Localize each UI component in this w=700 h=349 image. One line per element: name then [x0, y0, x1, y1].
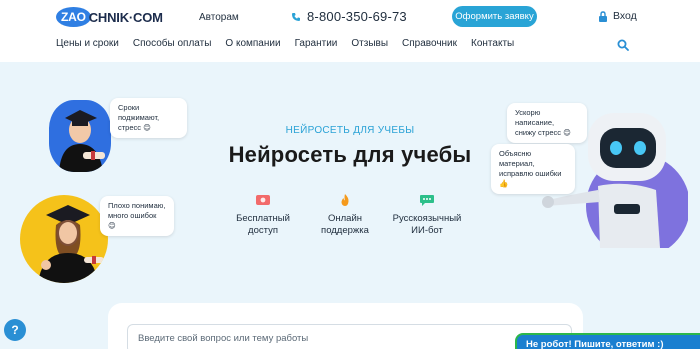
hero-kicker: НЕЙРОСЕТЬ ДЛЯ УЧЕБЫ	[285, 125, 415, 136]
bubble-mistakes: Плохо понимаю, много ошибок 😊	[100, 196, 174, 236]
nav-item-guarantees[interactable]: Гарантии	[295, 38, 338, 49]
authors-link[interactable]: Авторам	[199, 12, 239, 23]
bubble-deadline-line1: Сроки поджимают,	[118, 103, 160, 122]
logo-badge: ZAO	[56, 7, 91, 27]
lock-icon	[599, 10, 607, 22]
feature-russian-bot-line1: Русскоязычный	[392, 213, 462, 224]
login-label: Вход	[613, 10, 637, 22]
bubble-mistakes-line2: много ошибок 😊	[108, 211, 157, 230]
order-button[interactable]: Оформить заявку	[452, 6, 537, 27]
phone-icon	[292, 12, 300, 21]
feature-russian-bot-line2: ИИ-бот	[411, 225, 443, 236]
nav-item-about[interactable]: О компании	[225, 38, 280, 49]
phone-number: 8-800-350-69-73	[307, 9, 407, 24]
main-nav: Цены и сроки Способы оплаты О компании Г…	[56, 38, 514, 49]
phone-link[interactable]: 8-800-350-69-73	[291, 9, 407, 24]
question-input[interactable]: Введите свой вопрос или тему работы	[127, 324, 572, 349]
nav-item-payment[interactable]: Способы оплаты	[133, 38, 212, 49]
chat-icon	[420, 195, 434, 206]
feature-russian-bot: Русскоязычный ИИ-бот	[377, 193, 477, 237]
nav-item-prices[interactable]: Цены и сроки	[56, 38, 119, 49]
logo-text: CHNIK·COM	[88, 9, 163, 25]
top-header: ZAO CHNIK·COM Авторам 8-800-350-69-73 Оф…	[0, 0, 700, 60]
fire-icon	[341, 194, 349, 206]
bubble-explain-line2: исправлю ошибки 👍	[499, 169, 562, 188]
nav-item-reviews[interactable]: Отзывы	[351, 38, 388, 49]
login-link[interactable]: Вход	[598, 10, 637, 22]
hero-title: Нейросеть для учебы	[228, 142, 472, 167]
site-logo[interactable]: ZAO CHNIK·COM	[56, 7, 163, 27]
chat-widget-button[interactable]: Не робот! Пишите, ответим :)	[515, 333, 700, 349]
search-icon[interactable]	[617, 39, 629, 51]
nav-item-handbook[interactable]: Справочник	[402, 38, 457, 49]
bubble-mistakes-line1: Плохо понимаю,	[108, 201, 166, 210]
nav-item-contacts[interactable]: Контакты	[471, 38, 514, 49]
help-button[interactable]: ?	[4, 319, 26, 341]
bubble-speed: Ускорю написание, снижу стресс 😊	[507, 103, 587, 143]
student-avatar-bottom	[20, 195, 108, 283]
ticket-icon	[256, 195, 270, 205]
